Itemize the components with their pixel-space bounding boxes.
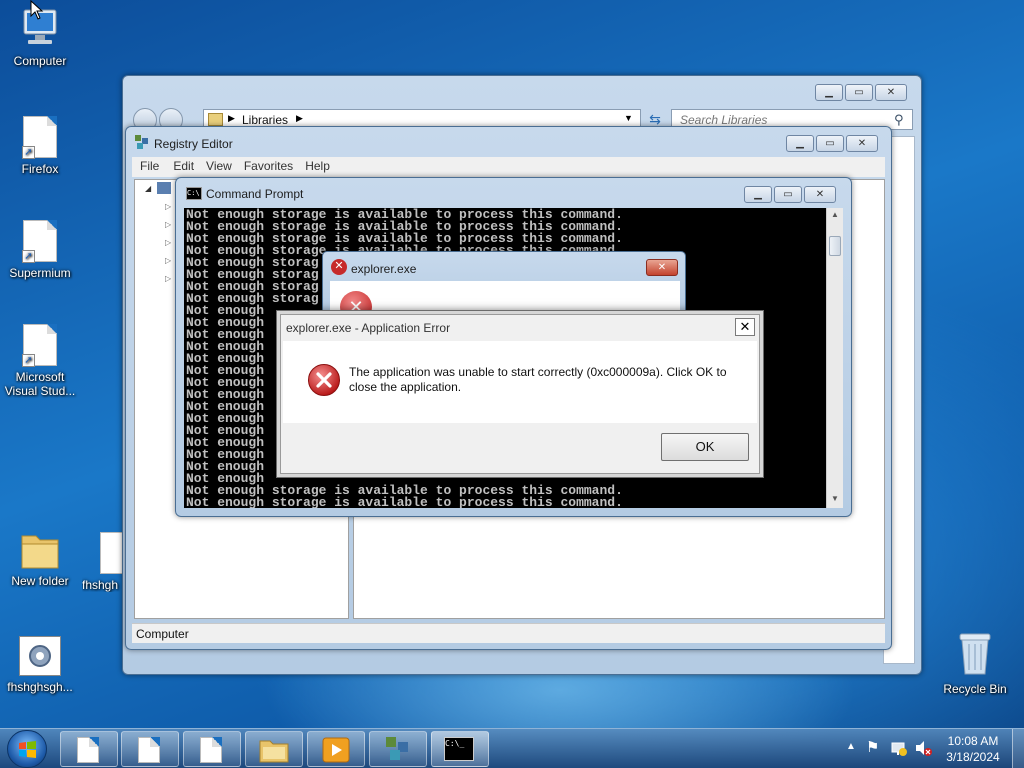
close-button[interactable]: ✕ — [735, 318, 755, 336]
taskbar: C:\_ ▲ ⚑ 10:08 AM 3/18/2024 — [0, 728, 1024, 768]
taskbar-item-command-prompt[interactable]: C:\_ — [431, 731, 489, 767]
recycle-bin-icon — [955, 630, 995, 678]
close-button[interactable]: ✕ — [875, 84, 907, 101]
action-center-flag-icon[interactable]: ⚑ — [866, 738, 879, 756]
explorer-caption-buttons: ▁ ▭ ✕ — [815, 84, 907, 101]
windows-logo-icon — [19, 741, 36, 758]
regedit-caption-buttons: ▁ ▭ ✕ — [786, 135, 878, 152]
minimize-button[interactable]: ▁ — [786, 135, 814, 152]
taskbar-item-explorer[interactable] — [245, 731, 303, 767]
desktop-icon-label: Supermium — [9, 266, 71, 280]
desktop-icon-label: New folder — [11, 574, 69, 588]
window-title: Command Prompt — [206, 187, 304, 201]
computer-icon — [157, 182, 171, 194]
minimize-button[interactable]: ▁ — [744, 186, 772, 203]
status-text: Computer — [136, 627, 189, 641]
folder-icon — [259, 740, 289, 763]
desktop-icon-new-folder[interactable]: New folder — [0, 528, 80, 588]
error-icon: ✕ — [331, 259, 347, 275]
desktop-icon-label: fhshgh — [82, 578, 119, 592]
breadcrumb-arrow-icon: ▶ — [296, 113, 303, 123]
desktop-icon-label: Computer — [13, 54, 67, 68]
network-icon[interactable] — [890, 739, 908, 757]
file-icon: ➚ — [22, 220, 57, 263]
desktop-icon-label: Recycle Bin — [943, 682, 1007, 696]
menu-item-view[interactable]: View — [200, 157, 238, 177]
taskbar-item-file-3[interactable] — [183, 731, 241, 767]
clock-time[interactable]: 10:08 AM — [940, 734, 1006, 748]
taskbar-item-regedit[interactable] — [369, 731, 427, 767]
scroll-thumb[interactable] — [829, 236, 841, 256]
desktop-icon-recycle-bin[interactable]: Recycle Bin — [935, 630, 1015, 696]
status-bar: Computer — [132, 623, 885, 643]
error-message: The application was unable to start corr… — [349, 365, 727, 394]
maximize-button[interactable]: ▭ — [845, 84, 873, 101]
desktop-icon-visual-studio[interactable]: ➚ Microsoft Visual Stud... — [0, 324, 80, 398]
expand-icon[interactable]: ▷ — [165, 238, 171, 247]
breadcrumb[interactable]: Libraries — [242, 113, 288, 127]
search-placeholder: Search Libraries — [680, 113, 768, 127]
close-button[interactable]: ✕ — [646, 259, 678, 276]
dialog-body: The application was unable to start corr… — [283, 341, 757, 423]
console-line: Not enough storage is available to proce… — [186, 495, 623, 508]
dialog-title: explorer.exe - Application Error — [286, 321, 451, 335]
taskbar-item-media-player[interactable] — [307, 731, 365, 767]
volume-muted-icon[interactable] — [914, 739, 932, 757]
expand-icon[interactable]: ◢ — [145, 184, 151, 193]
ok-button[interactable]: OK — [661, 433, 749, 461]
file-icon: ➚ — [22, 324, 57, 367]
taskbar-item-file-2[interactable] — [121, 731, 179, 767]
cmd-caption-buttons: ▁ ▭ ✕ — [744, 186, 836, 203]
expand-icon[interactable]: ▷ — [165, 202, 171, 211]
cmd-icon: C:\_ — [444, 737, 474, 761]
mouse-cursor-icon — [30, 0, 44, 20]
desktop-icon-label: fhshghsgh... — [7, 680, 73, 694]
show-desktop-button[interactable] — [1012, 729, 1024, 768]
scroll-up-icon[interactable]: ▲ — [831, 210, 839, 219]
show-hidden-icons-icon[interactable]: ▲ — [846, 741, 856, 752]
console-scrollbar[interactable]: ▲ ▼ — [826, 208, 843, 508]
address-dropdown-icon[interactable]: ▼ — [624, 113, 633, 123]
minimize-button[interactable]: ▁ — [815, 84, 843, 101]
window-title: Registry Editor — [154, 137, 233, 151]
media-player-icon — [322, 737, 350, 763]
regedit-icon — [386, 737, 408, 760]
expand-icon[interactable]: ▷ — [165, 220, 171, 229]
menu-item-help[interactable]: Help — [299, 157, 336, 177]
file-icon — [138, 737, 160, 763]
expand-icon[interactable]: ▷ — [165, 274, 171, 283]
breadcrumb-arrow-icon: ▶ — [228, 113, 235, 123]
file-icon — [200, 737, 222, 763]
menu-item-edit[interactable]: Edit — [167, 157, 200, 177]
file-icon — [77, 737, 99, 763]
file-icon: ➚ — [22, 116, 57, 159]
scroll-down-icon[interactable]: ▼ — [831, 494, 839, 503]
taskbar-item-file-1[interactable] — [60, 731, 118, 767]
menu-item-file[interactable]: File — [132, 157, 167, 177]
maximize-button[interactable]: ▭ — [774, 186, 802, 203]
menu-bar: File Edit View Favorites Help — [132, 157, 885, 177]
desktop-icon-fhshghsgh[interactable]: fhshghsgh... — [0, 636, 80, 694]
maximize-button[interactable]: ▭ — [816, 135, 844, 152]
folder-icon — [20, 528, 60, 570]
error-icon — [307, 363, 341, 397]
regedit-icon — [134, 134, 150, 150]
application-error-dialog: explorer.exe - Application Error ✕ The a… — [276, 310, 764, 478]
desktop-icon-supermium[interactable]: ➚ Supermium — [0, 220, 80, 280]
desktop-icon-fhshgh[interactable]: fhshgh — [82, 532, 126, 592]
close-button[interactable]: ✕ — [804, 186, 836, 203]
libraries-icon — [208, 113, 223, 126]
desktop-icon-label: Firefox — [21, 162, 59, 176]
start-button[interactable] — [7, 730, 47, 768]
clock-date[interactable]: 3/18/2024 — [940, 750, 1006, 764]
desktop-icon-firefox[interactable]: ➚ Firefox — [0, 116, 80, 176]
menu-item-favorites[interactable]: Favorites — [238, 157, 299, 177]
search-icon: ⚲ — [894, 112, 904, 127]
cmd-icon: C:\ — [186, 187, 202, 200]
window-title: explorer.exe — [351, 262, 417, 276]
desktop-icon-label: Microsoft Visual Stud... — [4, 370, 76, 398]
settings-file-icon — [19, 636, 61, 676]
close-button[interactable]: ✕ — [846, 135, 878, 152]
expand-icon[interactable]: ▷ — [165, 256, 171, 265]
